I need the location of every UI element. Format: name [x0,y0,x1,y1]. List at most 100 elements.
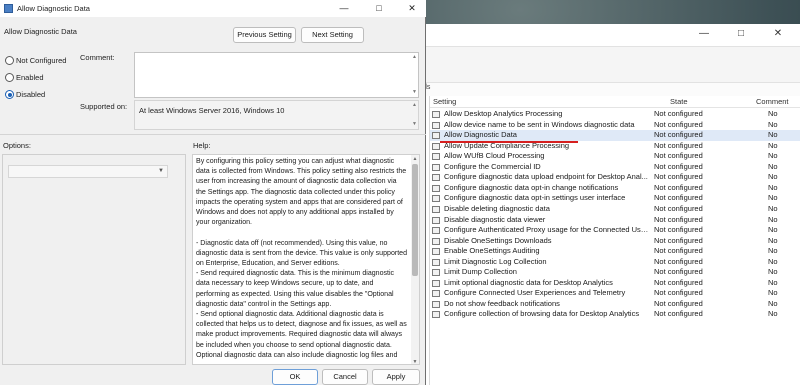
policy-setting-dialog: Allow Diagnostic Data — □ ✕ Allow Diagno… [0,0,426,385]
scroll-down-icon[interactable]: ▼ [411,358,419,364]
row-setting-name: Disable OneSettings Downloads [444,235,552,245]
minimize-button[interactable]: — [332,1,356,16]
group-policy-editor-window: — □ ✕ ds Setting State Comment Allow Des… [420,24,800,385]
table-row[interactable]: Allow device name to be sent in Windows … [430,120,800,131]
row-comment: No [768,288,778,298]
row-state: Not configured [654,172,703,182]
row-state: Not configured [654,161,703,171]
options-dropdown: ▼ [8,165,168,178]
row-setting-name: Configure diagnostic data upload endpoin… [444,172,648,182]
radio-disabled-label[interactable]: Disabled [16,90,45,99]
row-comment: No [768,298,778,308]
table-row[interactable]: Configure diagnostic data opt-in setting… [430,193,800,204]
editor-pane-header: ds [421,82,800,96]
policy-setting-icon [432,142,440,150]
row-setting-name: Configure diagnostic data opt-in change … [444,182,619,192]
table-row[interactable]: Configure Connected User Experiences and… [430,288,800,299]
red-annotation-underline [440,141,578,143]
policy-settings-list[interactable]: Setting State Comment Allow Desktop Anal… [429,96,800,385]
policy-setting-icon [432,258,440,266]
table-row[interactable]: Disable OneSettings Downloads Not configu… [430,236,800,247]
table-row[interactable]: Limit Diagnostic Log Collection Not confi… [430,257,800,268]
dialog-title: Allow Diagnostic Data [17,4,90,13]
table-row[interactable]: Allow Diagnostic Data Not configured No [430,130,800,141]
table-row[interactable]: Disable diagnostic data viewer Not config… [430,215,800,226]
scroll-down-icon[interactable]: ▼ [411,89,418,96]
table-row[interactable]: Limit optional diagnostic data for Deskt… [430,278,800,289]
ok-button[interactable]: OK [272,369,318,385]
supported-on-value: At least Windows Server 2016, Windows 10 [139,106,285,115]
table-row[interactable]: Allow Desktop Analytics Processing Not co… [430,109,800,120]
column-state[interactable]: State [670,97,688,106]
table-row[interactable]: Allow WUfB Cloud Processing Not configure… [430,151,800,162]
supported-on-label: Supported on: [80,102,128,111]
maximize-icon[interactable]: □ [736,29,746,39]
row-state: Not configured [654,203,703,213]
comment-field[interactable]: ▲ ▼ [134,52,419,98]
help-scrollbar[interactable]: ▲ ▼ [411,155,419,364]
policy-setting-icon [432,311,440,319]
table-row[interactable]: Configure diagnostic data opt-in change … [430,183,800,194]
minimize-icon: — [339,3,349,13]
row-setting-name: Configure Authenticated Proxy usage for … [444,225,650,235]
apply-button[interactable]: Apply [372,369,420,385]
row-state: Not configured [654,288,703,298]
table-row[interactable]: Configure collection of browsing data fo… [430,309,800,320]
policy-setting-icon [432,227,440,235]
radio-enabled-label[interactable]: Enabled [16,73,44,82]
row-setting-name: Limit optional diagnostic data for Deskt… [444,277,613,287]
row-state: Not configured [654,267,703,277]
chevron-down-icon: ▼ [158,168,164,174]
row-state: Not configured [654,119,703,129]
column-setting[interactable]: Setting [433,97,456,106]
scrollbar-thumb[interactable] [412,164,418,276]
options-pane: ▼ [2,154,186,365]
row-state: Not configured [654,256,703,266]
close-button[interactable]: ✕ [400,1,424,16]
maximize-button[interactable]: □ [367,1,391,16]
table-row[interactable]: Do not show feedback notifications Not co… [430,299,800,310]
help-pane[interactable]: By configuring this policy setting you c… [192,154,420,365]
scroll-down-icon[interactable]: ▼ [411,121,418,128]
row-state: Not configured [654,214,703,224]
table-row[interactable]: Configure the Commercial ID Not configure… [430,162,800,173]
column-comment[interactable]: Comment [756,97,789,106]
row-comment: No [768,161,778,171]
radio-not-configured-label[interactable]: Not Configured [16,56,66,65]
close-icon[interactable]: ✕ [773,29,783,39]
policy-setting-icon [432,279,440,287]
help-paragraph: By configuring this policy setting you c… [196,158,407,227]
policy-setting-icon [432,237,440,245]
scroll-up-icon[interactable]: ▲ [411,102,418,109]
row-setting-name: Configure the Commercial ID [444,161,541,171]
scroll-up-icon[interactable]: ▲ [411,155,419,163]
row-state: Not configured [654,277,703,287]
table-row[interactable]: Enable OneSettings Auditing Not configure… [430,246,800,257]
scroll-up-icon[interactable]: ▲ [411,54,418,61]
row-state: Not configured [654,109,703,118]
row-setting-name: Limit Dump Collection [444,267,517,277]
row-comment: No [768,193,778,203]
maximize-icon: □ [376,3,382,13]
previous-setting-button[interactable]: Previous Setting [233,27,296,43]
row-comment: No [768,119,778,129]
radio-disabled[interactable] [5,90,14,99]
row-state: Not configured [654,182,703,192]
row-comment: No [768,109,778,118]
minimize-icon[interactable]: — [699,29,709,39]
radio-enabled[interactable] [5,73,14,82]
table-row[interactable]: Limit Dump Collection Not configured No [430,267,800,278]
policy-setting-icon [432,269,440,277]
next-setting-button[interactable]: Next Setting [301,27,364,43]
setting-name: Allow Diagnostic Data [4,27,77,36]
table-row[interactable]: Configure diagnostic data upload endpoin… [430,172,800,183]
options-label: Options: [3,141,31,150]
table-row[interactable]: Configure Authenticated Proxy usage for … [430,225,800,236]
radio-not-configured[interactable] [5,56,14,65]
policy-setting-icon [432,290,440,298]
cancel-button[interactable]: Cancel [322,369,368,385]
row-setting-name: Do not show feedback notifications [444,298,560,308]
table-row[interactable]: Disable deleting diagnostic data Not conf… [430,204,800,215]
row-setting-name: Allow device name to be sent in Windows … [444,119,635,129]
row-setting-name: Enable OneSettings Auditing [444,246,540,256]
